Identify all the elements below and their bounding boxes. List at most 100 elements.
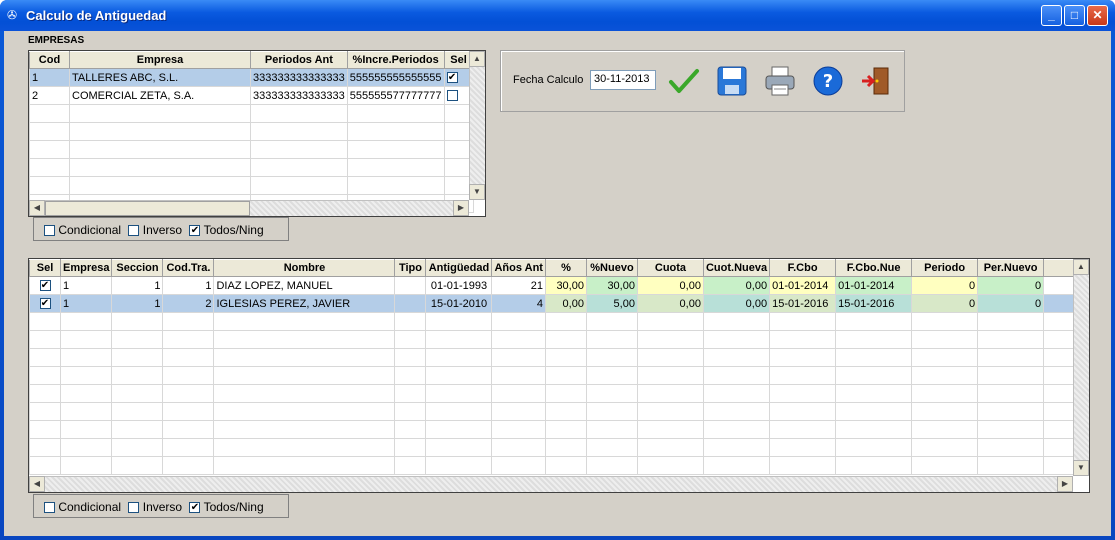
scroll-up-icon[interactable]: ▲ <box>1073 259 1089 275</box>
todos-option[interactable]: ✔ Todos/Ning <box>189 223 264 237</box>
cell-pct[interactable]: 0,00 <box>544 294 587 313</box>
cell-cod-tra[interactable]: 1 <box>162 276 215 295</box>
col-antiguedad[interactable]: Antigüedad <box>425 259 493 277</box>
cell-periodo[interactable]: 0 <box>911 276 979 295</box>
todos-option[interactable]: ✔ Todos/Ning <box>189 500 264 514</box>
cell-incre[interactable]: 555555555555555 <box>346 68 445 87</box>
cell-incre[interactable]: 555555577777777 <box>346 86 445 105</box>
cell-periodos[interactable]: 333333333333333 <box>250 68 348 87</box>
cell-f-cbo-nue[interactable]: 15-01-2016 <box>835 294 913 313</box>
cell-empresa[interactable]: COMERCIAL ZETA, S.A. <box>69 86 251 105</box>
cell-empresa[interactable]: 1 <box>59 276 113 295</box>
cell-seccion[interactable]: 1 <box>111 276 164 295</box>
col-pct[interactable]: % <box>544 259 587 277</box>
col-incre-periodos[interactable]: %Incre.Periodos <box>346 51 445 69</box>
cell-nombre[interactable]: IGLESIAS PEREZ, JAVIER <box>213 294 396 313</box>
col-nombre[interactable]: Nombre <box>213 259 396 277</box>
cell-antiguedad[interactable]: 01-01-1993 <box>425 276 493 295</box>
cell-nombre[interactable]: DIAZ LOPEZ, MANUEL <box>213 276 396 295</box>
col-sel[interactable]: Sel <box>29 259 61 277</box>
row-checkbox[interactable]: ✔ <box>446 72 458 84</box>
vertical-scrollbar[interactable]: ▲ ▼ <box>1073 259 1089 476</box>
close-button[interactable]: ✕ <box>1087 5 1108 26</box>
horizontal-scrollbar[interactable]: ◀ ▶ <box>29 200 469 216</box>
todos-checkbox[interactable]: ✔ <box>189 502 201 514</box>
col-periodo[interactable]: Periodo <box>911 259 979 277</box>
print-icon[interactable] <box>763 64 797 98</box>
inverso-checkbox[interactable] <box>128 225 140 237</box>
cell-seccion[interactable]: 1 <box>111 294 164 313</box>
col-seccion[interactable]: Seccion <box>111 259 164 277</box>
table-row[interactable]: 2 COMERCIAL ZETA, S.A. 333333333333333 5… <box>29 86 474 105</box>
scroll-left-icon[interactable]: ◀ <box>29 200 45 216</box>
cell-cuota[interactable]: 0,00 <box>636 294 704 313</box>
todos-checkbox[interactable]: ✔ <box>189 225 201 237</box>
cell-pct-nuevo[interactable]: 30,00 <box>585 276 638 295</box>
cell-tipo[interactable] <box>394 294 427 313</box>
condicional-option[interactable]: Condicional <box>44 500 121 514</box>
col-cuota-nueva[interactable]: Cuot.Nueva <box>702 259 771 277</box>
cell-sel[interactable]: ✔ <box>29 294 61 313</box>
save-icon[interactable] <box>715 64 749 98</box>
inverso-option[interactable]: Inverso <box>128 500 182 514</box>
inverso-checkbox[interactable] <box>128 502 140 514</box>
row-checkbox[interactable]: ✔ <box>39 280 51 292</box>
cell-tipo[interactable] <box>394 276 427 295</box>
vertical-scrollbar[interactable]: ▲ ▼ <box>469 51 485 200</box>
col-cod-tra[interactable]: Cod.Tra. <box>162 259 215 277</box>
col-anos-ant[interactable]: Años Ant <box>491 259 546 277</box>
col-periodos-ant[interactable]: Periodos Ant <box>250 51 348 69</box>
cell-empresa[interactable]: TALLERES ABC, S.L. <box>69 68 251 87</box>
cell-f-cbo-nue[interactable]: 01-01-2014 <box>835 276 913 295</box>
scroll-down-icon[interactable]: ▼ <box>469 184 485 200</box>
cell-periodo[interactable]: 0 <box>911 294 979 313</box>
cell-cod[interactable]: 1 <box>29 68 70 87</box>
condicional-checkbox[interactable] <box>44 225 55 237</box>
cell-cod[interactable]: 2 <box>29 86 70 105</box>
row-checkbox[interactable]: ✔ <box>39 298 51 310</box>
cell-cod-tra[interactable]: 2 <box>162 294 215 313</box>
table-row[interactable]: ✔ 1 1 1 DIAZ LOPEZ, MANUEL 01-01-1993 21… <box>29 276 1077 295</box>
check-icon[interactable] <box>667 64 701 98</box>
cell-f-cbo[interactable]: 01-01-2014 <box>769 276 837 295</box>
fecha-input[interactable]: 30-11-2013 <box>590 70 656 90</box>
scroll-right-icon[interactable]: ▶ <box>1057 476 1073 492</box>
cell-periodos[interactable]: 333333333333333 <box>250 86 348 105</box>
scroll-thumb[interactable] <box>45 201 250 216</box>
cell-per-nuevo[interactable]: 0 <box>977 276 1045 295</box>
row-checkbox[interactable] <box>446 90 458 102</box>
scroll-left-icon[interactable]: ◀ <box>29 476 45 492</box>
maximize-button[interactable]: □ <box>1064 5 1085 26</box>
cell-pct-nuevo[interactable]: 5,00 <box>585 294 638 313</box>
empresas-grid[interactable]: Cod Empresa Periodos Ant %Incre.Periodos… <box>28 50 486 217</box>
scroll-right-icon[interactable]: ▶ <box>453 200 469 216</box>
exit-icon[interactable] <box>859 64 893 98</box>
col-cod[interactable]: Cod <box>29 51 70 69</box>
cell-anos-ant[interactable]: 21 <box>491 276 546 295</box>
help-icon[interactable]: ? <box>811 64 845 98</box>
col-f-cbo[interactable]: F.Cbo <box>769 259 837 277</box>
condicional-checkbox[interactable] <box>44 502 55 514</box>
col-empresa[interactable]: Empresa <box>59 259 113 277</box>
col-f-cbo-nue[interactable]: F.Cbo.Nue <box>835 259 913 277</box>
cell-sel[interactable]: ✔ <box>29 276 61 295</box>
cell-f-cbo[interactable]: 15-01-2016 <box>769 294 837 313</box>
cell-cuota-nueva[interactable]: 0,00 <box>702 276 771 295</box>
col-pct-nuevo[interactable]: %Nuevo <box>585 259 638 277</box>
cell-anos-ant[interactable]: 4 <box>491 294 546 313</box>
col-per-nuevo[interactable]: Per.Nuevo <box>977 259 1045 277</box>
scroll-down-icon[interactable]: ▼ <box>1073 460 1089 476</box>
col-tipo[interactable]: Tipo <box>394 259 427 277</box>
scroll-up-icon[interactable]: ▲ <box>469 51 485 67</box>
cell-antiguedad[interactable]: 15-01-2010 <box>425 294 493 313</box>
table-row[interactable]: ✔ 1 1 2 IGLESIAS PEREZ, JAVIER 15-01-201… <box>29 294 1077 313</box>
cell-pct[interactable]: 30,00 <box>544 276 587 295</box>
condicional-option[interactable]: Condicional <box>44 223 121 237</box>
col-empresa[interactable]: Empresa <box>69 51 251 69</box>
minimize-button[interactable]: _ <box>1041 5 1062 26</box>
table-row[interactable]: 1 TALLERES ABC, S.L. 333333333333333 555… <box>29 68 474 87</box>
cell-empresa[interactable]: 1 <box>59 294 113 313</box>
empleados-grid[interactable]: Sel Empresa Seccion Cod.Tra. Nombre Tipo… <box>28 258 1090 493</box>
inverso-option[interactable]: Inverso <box>128 223 182 237</box>
col-cuota[interactable]: Cuota <box>636 259 704 277</box>
